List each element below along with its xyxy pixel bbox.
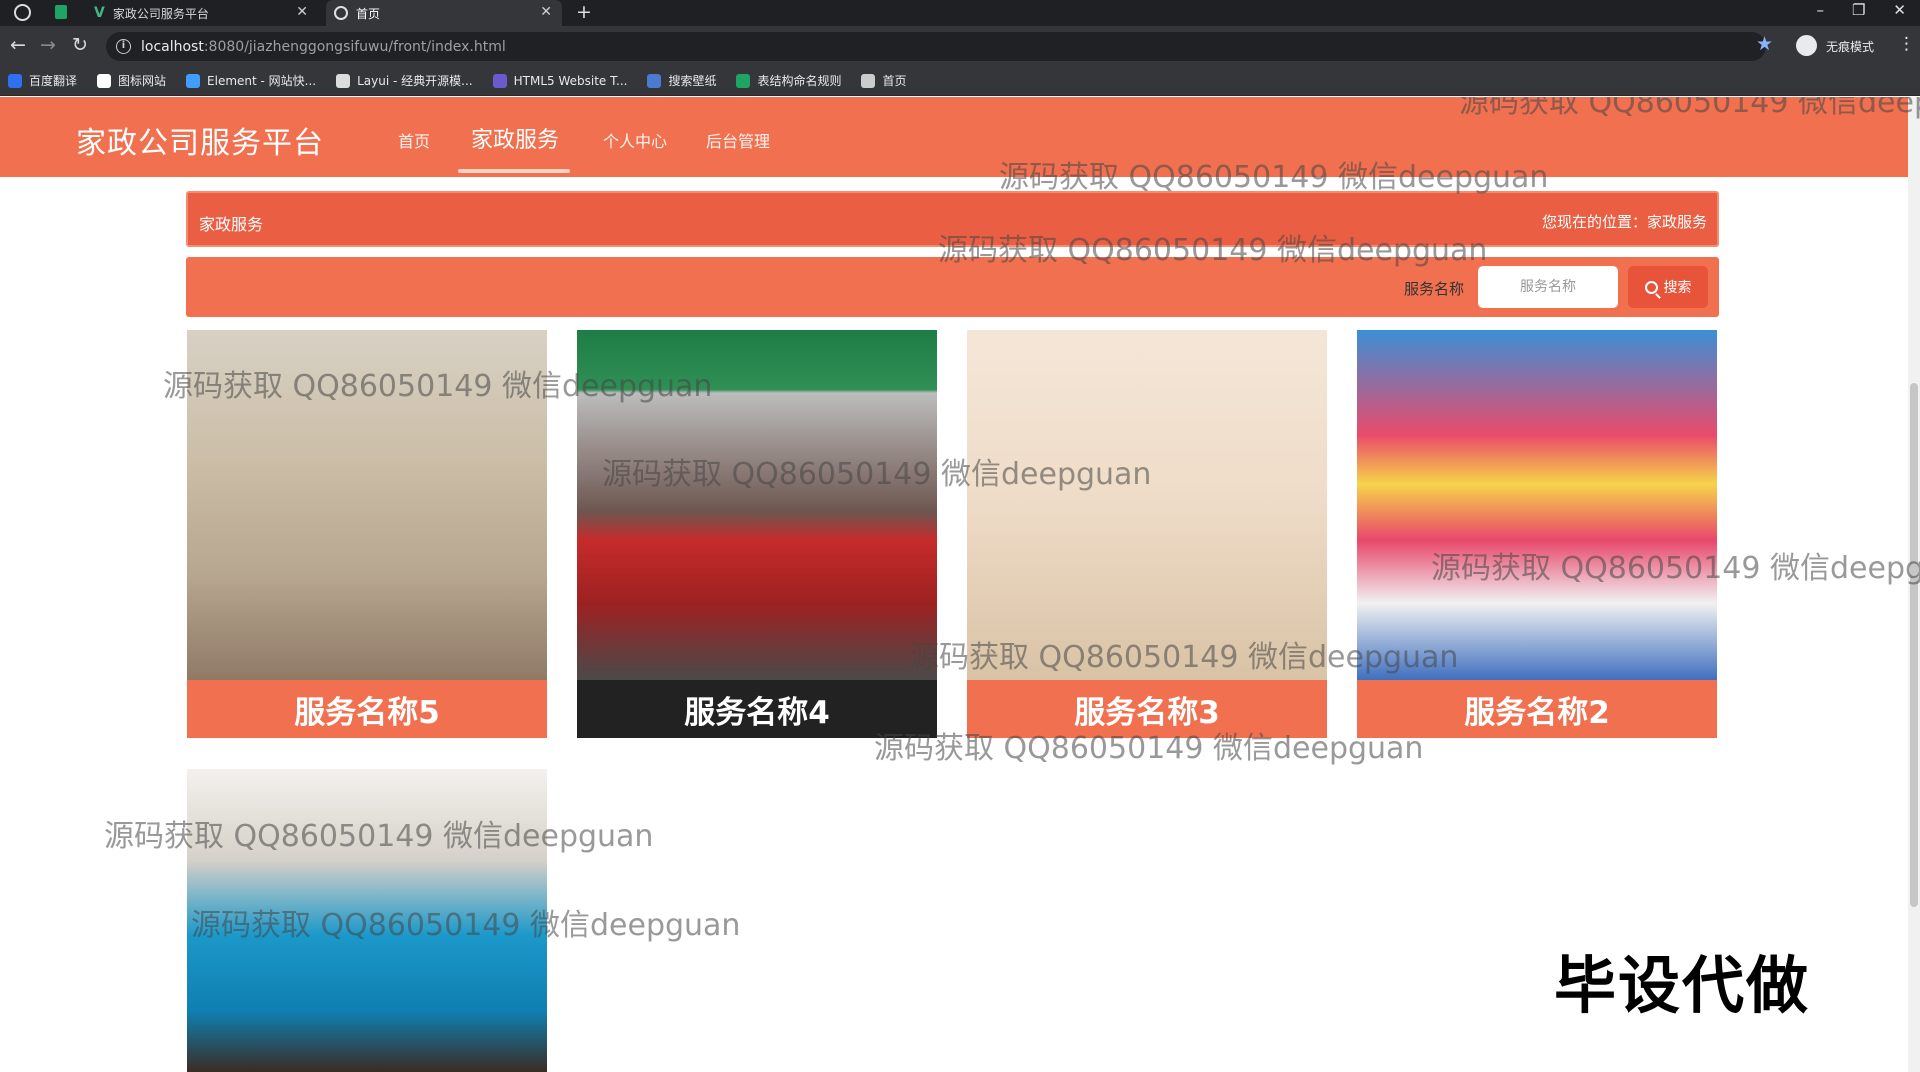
bookmark-label: 百度翻译 [29, 74, 78, 88]
site-title: 家政公司服务平台 [76, 126, 324, 161]
breadcrumb: 家政服务 您现在的位置：家政服务 [186, 191, 1719, 247]
bookmark-star-icon[interactable]: ★ [1756, 33, 1773, 55]
close-icon[interactable]: ✕ [296, 4, 308, 20]
service-name[interactable]: 服务名称5 [187, 680, 547, 738]
incognito-label: 无痕模式 [1826, 40, 1875, 54]
service-card[interactable]: 服务名称3 [967, 330, 1327, 738]
nav-home[interactable]: 首页 [398, 128, 430, 152]
breadcrumb-title: 家政服务 [199, 215, 264, 234]
minimize-icon[interactable]: – [1816, 1, 1824, 19]
bookmark-item[interactable]: 图标网站 [97, 72, 166, 89]
search-input[interactable] [1478, 266, 1618, 308]
bookmark-label: 表结构命名规则 [757, 74, 842, 88]
incognito-icon [1796, 35, 1817, 56]
scrollbar[interactable] [1908, 97, 1920, 1072]
service-image[interactable] [967, 330, 1327, 680]
bookmark-item[interactable]: Layui - 经典开源模... [336, 72, 473, 89]
nav-active-indicator [458, 169, 570, 173]
vue-icon: V [94, 5, 105, 21]
service-image[interactable] [187, 769, 547, 1072]
bookmark-icon [8, 73, 22, 88]
search-button[interactable]: 搜索 [1628, 266, 1708, 308]
search-bar: 服务名称 搜索 [186, 257, 1719, 317]
forward-icon[interactable]: → [40, 34, 56, 56]
bookmark-item[interactable]: 百度翻译 [8, 72, 77, 89]
promo-text: 毕设代做 [1554, 949, 1811, 1022]
back-icon[interactable]: ← [10, 34, 26, 56]
service-image[interactable] [187, 330, 547, 680]
address-bar: ← → ↻ i localhost:8080/jiazhenggongsifuw… [0, 26, 1920, 66]
service-image[interactable] [1357, 330, 1717, 680]
bookmark-icon [647, 73, 662, 88]
bookmark-icon [492, 73, 507, 88]
service-card[interactable]: 服务名称4 [577, 330, 937, 738]
url-text: localhost:8080/jiazhenggongsifuwu/front/… [141, 38, 506, 55]
bookmark-icon [736, 73, 751, 88]
bookmark-label: 首页 [882, 74, 907, 88]
bookmark-label: Element - 网站快... [207, 74, 317, 88]
scrollbar-thumb[interactable] [1910, 383, 1918, 907]
breadcrumb-location: 您现在的位置：家政服务 [1541, 213, 1707, 231]
bookmark-label: Layui - 经典开源模... [357, 74, 473, 88]
restore-icon[interactable]: ❐ [1852, 1, 1865, 19]
tab-title: 家政公司服务平台 [112, 6, 209, 21]
search-icon [1644, 280, 1658, 294]
service-card[interactable] [187, 769, 547, 1072]
bookmark-icon [861, 73, 876, 88]
close-window-icon[interactable]: ✕ [1893, 1, 1906, 19]
bookmark-item[interactable]: 首页 [861, 72, 907, 89]
bookmark-item[interactable]: 搜索壁纸 [647, 72, 716, 89]
service-card[interactable]: 服务名称5 [187, 330, 547, 738]
bookmark-label: 图标网站 [118, 74, 167, 88]
bookmark-icon [336, 73, 351, 88]
search-label: 服务名称 [1404, 280, 1465, 298]
service-card[interactable]: 服务名称2 [1357, 330, 1717, 738]
site-header: 家政公司服务平台 首页 家政服务 个人中心 后台管理 [0, 97, 1908, 177]
new-tab-icon[interactable]: + [576, 1, 592, 23]
bookmark-item[interactable]: Element - 网站快... [186, 72, 316, 89]
browser-tab-bar: V 家政公司服务平台 ✕ 首页 ✕ + – ❐ ✕ [0, 0, 1920, 26]
nav-admin[interactable]: 后台管理 [706, 128, 770, 152]
tab-home[interactable]: 首页 ✕ [326, 0, 562, 26]
bookmark-label: 搜索壁纸 [668, 74, 717, 88]
service-name[interactable]: 服务名称2 [1357, 680, 1717, 738]
tab-platform[interactable]: V 家政公司服务平台 ✕ [90, 0, 318, 26]
nav-services[interactable]: 家政服务 [471, 122, 559, 154]
menu-icon[interactable]: ⋮ [1898, 34, 1915, 54]
reload-icon[interactable]: ↻ [72, 34, 88, 56]
page: 家政公司服务平台 首页 家政服务 个人中心 后台管理 家政服务 您现在的位置：家… [0, 97, 1920, 1072]
sheet-tab-icon[interactable] [55, 5, 67, 19]
nav-personal-center[interactable]: 个人中心 [603, 128, 667, 152]
service-name[interactable]: 服务名称4 [577, 680, 937, 738]
url-field[interactable]: i localhost:8080/jiazhenggongsifuwu/fron… [106, 32, 1766, 61]
window-controls: – ❐ ✕ [1816, 1, 1906, 19]
info-icon[interactable]: i [116, 39, 131, 54]
browser-icon [14, 4, 31, 21]
search-button-label: 搜索 [1663, 280, 1692, 296]
bookmark-icon [186, 73, 201, 88]
tab-title: 首页 [356, 6, 381, 21]
service-name[interactable]: 服务名称3 [967, 680, 1327, 738]
globe-icon [334, 6, 348, 20]
bookmark-item[interactable]: 表结构命名规则 [736, 72, 841, 89]
bookmark-label: HTML5 Website T... [513, 73, 628, 88]
close-icon[interactable]: ✕ [540, 4, 552, 20]
bookmark-item[interactable]: HTML5 Website T... [492, 73, 628, 88]
service-image[interactable] [577, 330, 937, 680]
bookmark-icon [97, 73, 112, 88]
bookmarks-bar: 百度翻译 图标网站 Element - 网站快... Layui - 经典开源模...… [0, 66, 1920, 96]
